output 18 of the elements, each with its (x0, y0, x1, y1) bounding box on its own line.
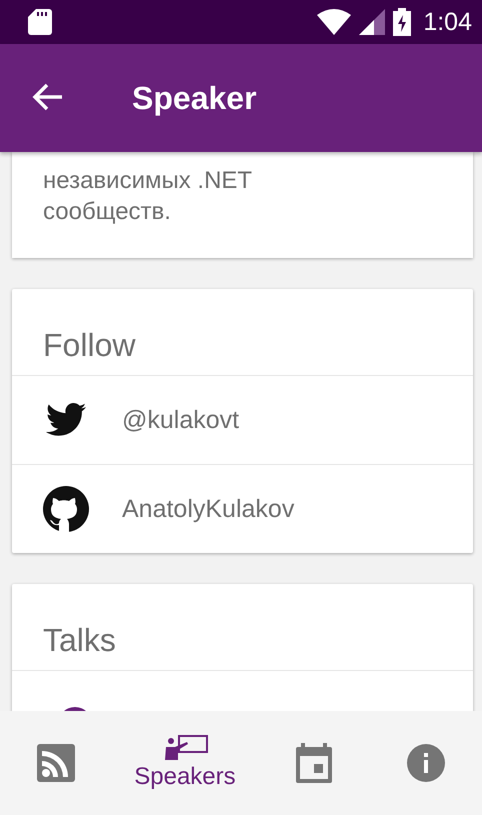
bird-icon (46, 403, 86, 437)
signal-icon (359, 9, 386, 35)
rss-icon (37, 744, 76, 782)
wifi-icon (317, 9, 352, 35)
nav-tab[interactable]: Speakers (112, 711, 258, 815)
section-title: Talks (42, 621, 117, 660)
info-icon (406, 744, 445, 782)
cat-icon (42, 485, 90, 533)
sd-card-icon (28, 9, 52, 35)
profile-link[interactable]: AnatolyKulakov (122, 494, 294, 524)
calendar-icon (296, 743, 332, 783)
bio-text-line: независимых .NET (43, 166, 254, 196)
battery-icon (393, 8, 412, 36)
section-title: Follow (42, 326, 136, 365)
clock-time: 1:04 (423, 8, 472, 36)
bio-text-line: сообществ. (43, 197, 172, 227)
screen-title: Speaker (132, 80, 257, 116)
profile-link[interactable]: @kulakovt (122, 406, 240, 434)
